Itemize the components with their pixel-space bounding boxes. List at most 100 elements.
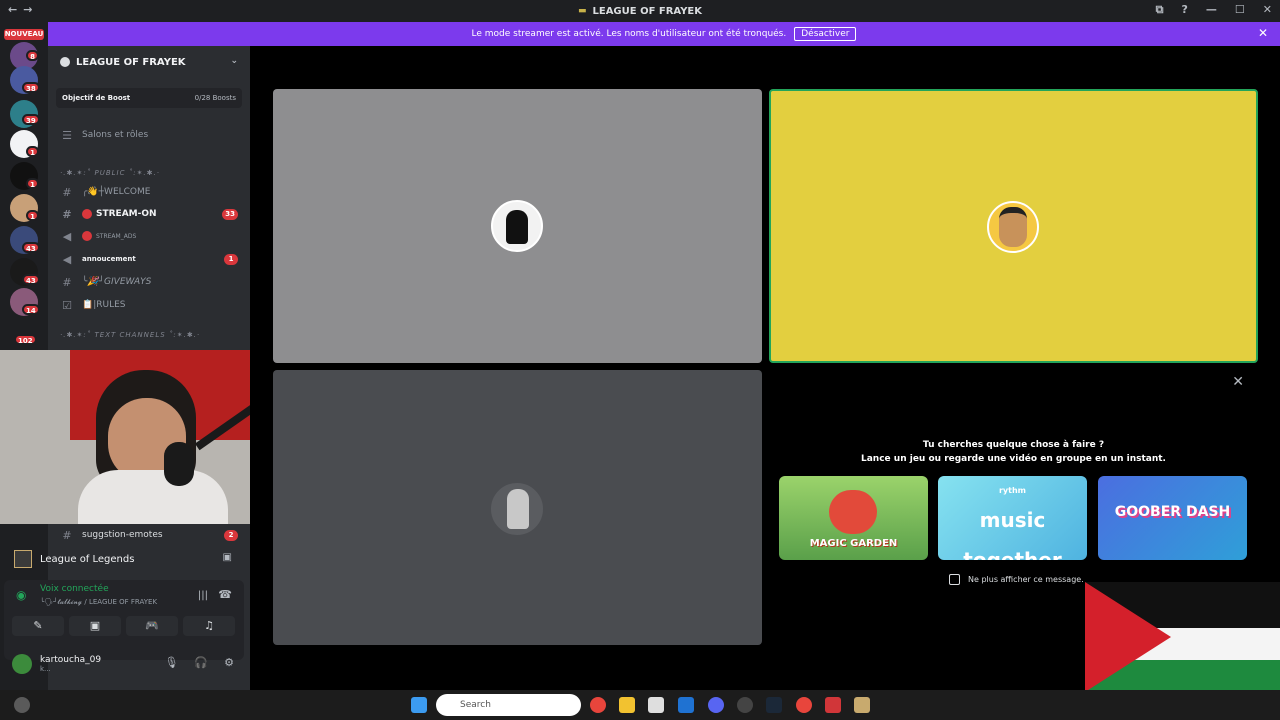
channel-rules[interactable]: ☑ 📋|RULES	[60, 296, 125, 314]
discord-icon[interactable]	[708, 697, 724, 713]
store-icon[interactable]	[648, 697, 664, 713]
channel-welcome[interactable]: # ╭👋┼WELCOME	[60, 183, 150, 201]
dont-show-again[interactable]: Ne plus afficher ce message.	[949, 574, 1084, 585]
mention-badge: 1	[26, 146, 39, 157]
user-info[interactable]: kartoucha_09 k...	[40, 655, 101, 673]
avatar[interactable]	[12, 654, 32, 674]
forward-icon[interactable]: →	[23, 3, 38, 16]
flag-triangle	[1085, 582, 1171, 692]
game-name: League of Legends	[40, 553, 135, 565]
activity-card-magic-garden[interactable]: MAGIC GARDEN	[779, 476, 928, 560]
weather-icon[interactable]	[14, 697, 30, 713]
headphones-icon[interactable]: 🎧	[194, 656, 208, 669]
outlook-icon[interactable]	[678, 697, 694, 713]
mention-badge: 43	[22, 242, 40, 253]
activity-card-goober-dash[interactable]: GOOBER DASH	[1098, 476, 1247, 560]
disconnect-icon[interactable]: ☎	[218, 588, 232, 601]
mention-badge: 33	[222, 209, 238, 220]
channels-roles-label: Salons et rôles	[82, 130, 149, 140]
voice-status[interactable]: Voix connectée	[40, 584, 109, 594]
suggestion-title: Tu cherches quelque chose à faire ?	[922, 440, 1105, 450]
window-controls: ⧉ ? — ☐ ✕	[1156, 3, 1272, 17]
mention-badge: 14	[22, 304, 40, 315]
participant-tile-speaking[interactable]	[769, 89, 1258, 363]
server-header[interactable]: LEAGUE OF FRAYEK ⌄	[48, 46, 250, 78]
share-screen-button[interactable]: ▣	[69, 616, 121, 636]
suggestion-subtitle: Lance un jeu ou regarde une vidéo en gro…	[861, 454, 1166, 464]
channel-announcement[interactable]: ◀ annoucement	[60, 250, 136, 268]
app-icon[interactable]	[737, 697, 753, 713]
chrome-icon[interactable]	[590, 697, 606, 713]
channel-stream-on[interactable]: # STREAM-ON	[60, 205, 156, 223]
channel-name: annoucement	[82, 255, 136, 263]
category-text-channels[interactable]: ·.✱.✶:˚ TEXT CHANNELS ˚:✶.✱.·	[60, 326, 200, 344]
minimize-button[interactable]: —	[1206, 3, 1217, 17]
checkbox[interactable]	[949, 574, 960, 585]
user-controls: 🎙 🎧 ⚙	[164, 656, 234, 669]
participant-tile[interactable]	[273, 89, 762, 363]
megaphone-icon: ◀	[62, 229, 72, 243]
chrome-icon[interactable]	[796, 697, 812, 713]
close-icon[interactable]: ✕	[1258, 26, 1268, 40]
card-title: GOOBER DASH	[1114, 504, 1231, 520]
voice-channel[interactable]: ╰🗣┘𝓽𝓪𝓵𝓴𝓲𝓷𝓰 / LEAGUE OF FRAYEK	[40, 598, 157, 607]
flag-overlay	[1085, 582, 1280, 692]
steam-icon[interactable]	[766, 697, 782, 713]
boost-goal[interactable]: Objectif de Boost 0/28 Boosts	[56, 88, 242, 108]
maximize-button[interactable]: ☐	[1235, 3, 1245, 17]
red-dot-icon	[82, 231, 92, 241]
streamer-mode-banner: Le mode streamer est activé. Les noms d'…	[48, 22, 1280, 46]
mention-badge: 43	[22, 274, 40, 285]
search-input[interactable]: Search	[436, 694, 581, 716]
rules-icon: ☑	[62, 298, 72, 312]
camera-off-button[interactable]: ✎	[12, 616, 64, 636]
close-icon[interactable]: ✕	[1232, 374, 1244, 390]
soundboard-button[interactable]: ♫	[183, 616, 235, 636]
mention-badge: 38	[22, 82, 40, 93]
league-client-icon[interactable]	[854, 697, 870, 713]
channels-roles[interactable]: ☰ Salons et rôles	[60, 126, 148, 144]
back-icon[interactable]: ←	[8, 3, 23, 16]
game-activity[interactable]: League of Legends ▣	[4, 544, 244, 574]
server-logo-icon: ▬	[577, 6, 587, 16]
user-status: k...	[40, 665, 51, 673]
channel-stream-ads[interactable]: ◀ STREAM_ADS	[60, 227, 136, 245]
category-label: ·.✱.✶:˚ PUBLIC ˚:✶.✱.·	[60, 169, 160, 177]
window-title: LEAGUE OF FRAYEK	[592, 5, 703, 17]
category-public[interactable]: ·.✱.✶:˚ PUBLIC ˚:✶.✱.·	[60, 164, 160, 182]
app-icon[interactable]	[825, 697, 841, 713]
new-badge: NOUVEAU	[4, 29, 44, 40]
chevron-down-icon: ⌄	[230, 56, 238, 66]
screen-share-icon[interactable]: ▣	[223, 552, 232, 563]
mention-badge: 39	[22, 114, 40, 125]
disable-streamer-button[interactable]: Désactiver	[794, 27, 857, 41]
activity-card-music-together[interactable]: rythm music together	[938, 476, 1087, 560]
mention-badge: 1	[26, 178, 39, 189]
participant-tile[interactable]	[273, 370, 762, 645]
avatar	[491, 200, 543, 252]
channel-suggestion-emotes[interactable]: # suggstion-emotes	[60, 526, 163, 544]
person-shirt	[78, 470, 228, 524]
inbox-icon[interactable]: ⧉	[1156, 3, 1164, 17]
avatar	[491, 483, 543, 535]
channel-name: suggstion-emotes	[82, 530, 163, 540]
list-icon: ☰	[62, 128, 72, 142]
person-figure	[507, 489, 529, 529]
microphone-icon[interactable]: 🎙	[164, 656, 178, 669]
gear-icon[interactable]: ⚙	[224, 656, 234, 669]
activity-button[interactable]: 🎮	[126, 616, 178, 636]
strawberry-icon	[829, 490, 877, 534]
help-icon[interactable]: ?	[1182, 3, 1188, 17]
boost-label: Objectif de Boost	[62, 94, 131, 102]
channel-giveways[interactable]: # ╰🎉┘GIVEWAYS	[60, 273, 151, 291]
windows-start-icon[interactable]	[411, 697, 427, 713]
soundwave-icon[interactable]: |||	[198, 590, 208, 601]
file-explorer-icon[interactable]	[619, 697, 635, 713]
card-title: MAGIC GARDEN	[809, 538, 898, 549]
close-window-button[interactable]: ✕	[1263, 3, 1272, 17]
mention-badge: 1	[224, 254, 238, 265]
mention-badge: 2	[224, 530, 238, 541]
user-panel: kartoucha_09 k... 🎙 🎧 ⚙	[4, 648, 244, 680]
nav-arrows[interactable]: ←→	[8, 3, 38, 16]
signal-icon: ◉	[16, 588, 27, 602]
